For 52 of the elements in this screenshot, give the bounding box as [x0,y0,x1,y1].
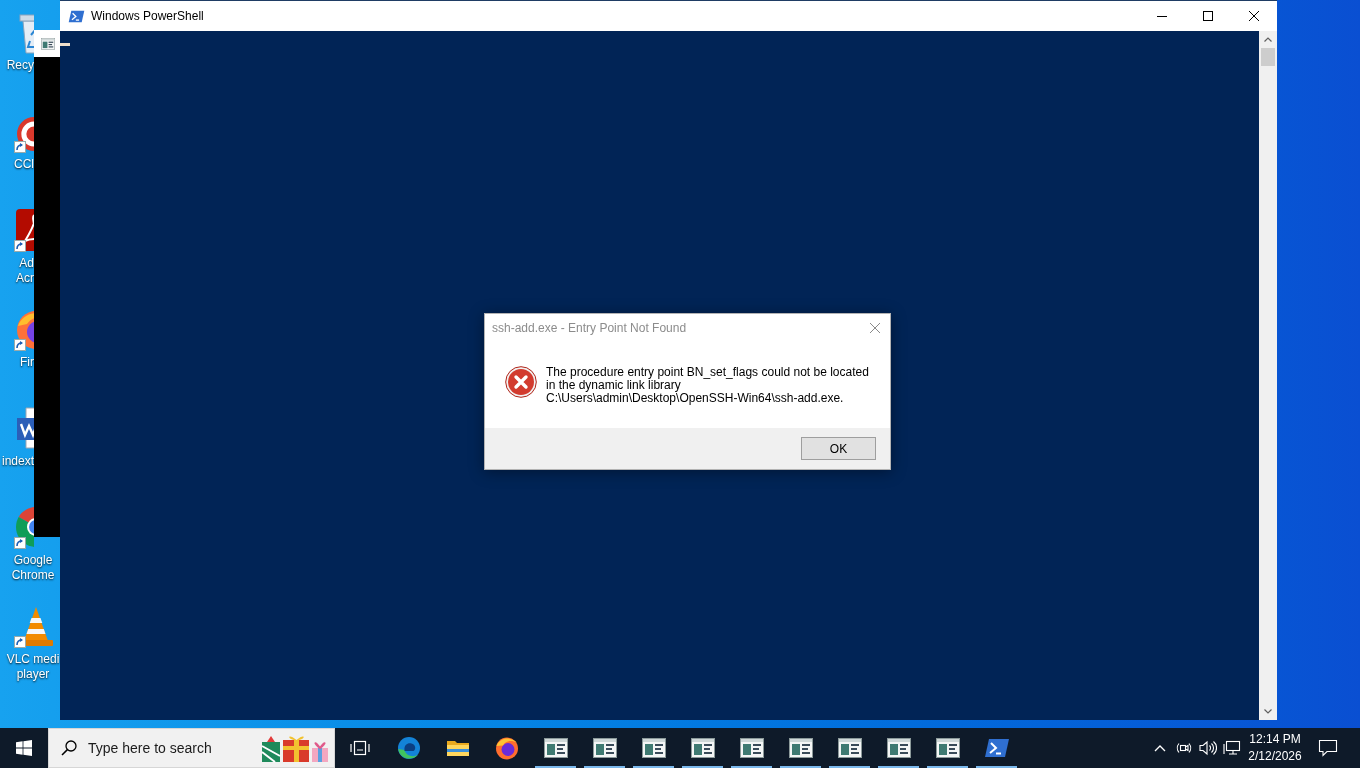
app-window-icon [935,738,960,758]
terminal-icon [983,738,1010,758]
gift-icon[interactable] [261,733,331,763]
app-window-icon [739,738,764,758]
window-title: Windows PowerShell [91,8,204,25]
scrollbar-thumb[interactable] [1261,48,1275,66]
speaker-icon[interactable] [1199,740,1217,756]
icon-label[interactable]: Google Chrome [11,553,55,583]
folder-icon [445,738,470,758]
icon-label[interactable]: Recy [6,58,34,73]
app-window-icon [543,738,568,758]
error-icon [505,366,537,398]
close-icon [1249,11,1259,21]
notification-icon[interactable] [1318,739,1338,757]
console-area[interactable] [60,31,1259,720]
icon-label[interactable]: indext [1,454,34,469]
chevron-up-icon [1264,37,1272,42]
error-message: The procedure entry point BN_set_flags could not be located in the dynamic link library C:\Users\admin\Desktop\OpenSSH-Win64\ssh-add.exe. [546,366,870,405]
camera-icon[interactable] [1176,740,1192,756]
terminal-icon [68,9,85,23]
search-box[interactable]: Type here to search [48,728,335,768]
clock-time[interactable]: 12:14 PM [1249,731,1301,748]
minimize-icon [1157,15,1167,17]
search-icon [61,740,77,756]
firefox-icon [494,736,519,760]
app-window-icon [690,738,715,758]
edge-icon [396,736,421,760]
ok-button[interactable]: OK [801,437,876,460]
pdf-app-icon[interactable] [14,208,34,252]
icon-label[interactable]: CCl [14,157,34,172]
dialog-title: ssh-add.exe - Entry Point Not Found [492,320,687,337]
close-icon [870,323,880,333]
chevron-up-icon[interactable] [1154,744,1166,752]
app-window-icon [788,738,813,758]
task-view-icon [349,740,370,756]
text-cursor [60,43,70,46]
app-window-icon [886,738,911,758]
icon-label[interactable]: Fir [20,355,34,370]
windows-logo-icon [16,740,32,756]
app-window-icon [641,738,666,758]
window-titlebar[interactable] [34,30,60,57]
maximize-icon [1203,11,1213,21]
clock-date[interactable]: 2/12/2026 [1248,748,1302,765]
scrollbar[interactable] [1259,31,1277,720]
icon-label[interactable]: Ad Acr [16,256,34,286]
search-input[interactable]: Type here to search [88,737,261,759]
chevron-down-icon [1264,709,1272,714]
app-window-icon [41,37,55,50]
network-icon[interactable] [1223,740,1241,756]
app-window-icon [837,738,862,758]
icon-label[interactable]: VLC medi player [6,652,60,682]
app-window-icon [592,738,617,758]
